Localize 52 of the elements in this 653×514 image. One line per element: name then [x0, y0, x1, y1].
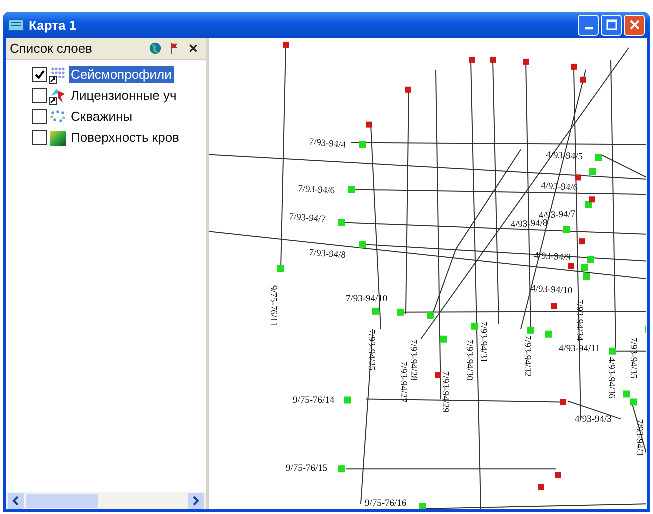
scroll-left-icon[interactable]	[8, 492, 24, 508]
map-window-icon	[8, 19, 24, 31]
layer-checkbox[interactable]	[32, 109, 47, 124]
scroll-right-icon[interactable]	[188, 492, 204, 508]
profile-label: 4/93-94/10	[530, 284, 573, 297]
profile-label: 7/93-94/27	[398, 361, 408, 403]
window-title: Карта 1	[29, 18, 78, 32]
profile-label: 4/93-94/5	[546, 150, 584, 163]
maximize-icon	[606, 19, 618, 31]
profile-label: 7/93-94/6	[298, 184, 336, 197]
horizontal-scrollbar[interactable]	[6, 492, 206, 509]
profile-label: 7/93-94/7	[288, 212, 326, 226]
profile-label: 4/93-94/8	[510, 218, 548, 231]
pushpin-icon	[49, 86, 67, 104]
profile-label: 9/75-76/14	[293, 396, 335, 406]
profile-label: 9/75-76/15	[286, 464, 328, 474]
layer-name[interactable]: Скважины	[69, 108, 135, 125]
profile-label: 7/93-94/32	[522, 335, 532, 377]
profile-label: 7/93-94/31	[478, 321, 488, 363]
close-icon[interactable]	[187, 42, 200, 55]
profile-label: 7/93-94/8	[308, 248, 346, 262]
profile-label: 4/93-94/3	[575, 415, 612, 426]
profile-label: 4/93-94/6	[540, 182, 578, 194]
layer-name[interactable]: Сейсмопрофили	[69, 66, 174, 83]
dot-grid-icon	[49, 66, 67, 84]
profile-label: 9/75-76/11	[268, 285, 278, 327]
minimize-icon	[584, 27, 592, 30]
layer-name[interactable]: Поверхность кров	[69, 129, 182, 146]
panel-title: Список слоев	[10, 41, 94, 56]
profile-label: 7/93-94/25	[366, 329, 376, 371]
maximize-button[interactable]	[601, 14, 622, 36]
profile-label: 7/93-94/29	[440, 371, 450, 413]
dots-icon	[49, 108, 67, 126]
profile-label: 7/93-94/35	[628, 337, 638, 379]
profile-label: 7/93-94/28	[408, 339, 418, 381]
scroll-thumb[interactable]	[26, 494, 98, 508]
close-button[interactable]	[624, 14, 645, 36]
profile-label: 7/93-94/34	[574, 299, 584, 341]
profile-label: 7/93-94/30	[464, 339, 474, 381]
close-icon	[628, 19, 640, 31]
layer-checkbox[interactable]	[32, 67, 47, 82]
profile-label: 4/93-94/36	[606, 357, 616, 399]
globe-icon[interactable]	[149, 42, 162, 55]
gradient-grid-icon	[49, 128, 67, 146]
layer-name[interactable]: Лицензионные уч	[69, 87, 179, 104]
profile-label: 4/93-94/9	[534, 252, 572, 264]
layer-checkbox[interactable]	[32, 130, 47, 145]
minimize-button[interactable]	[578, 14, 599, 36]
profile-label: 7/93-94/3	[634, 419, 644, 456]
layer-checkbox[interactable]	[32, 88, 47, 103]
profile-label: 7/93-94/4	[308, 138, 346, 151]
profile-label: 9/75-76/16	[365, 499, 407, 509]
